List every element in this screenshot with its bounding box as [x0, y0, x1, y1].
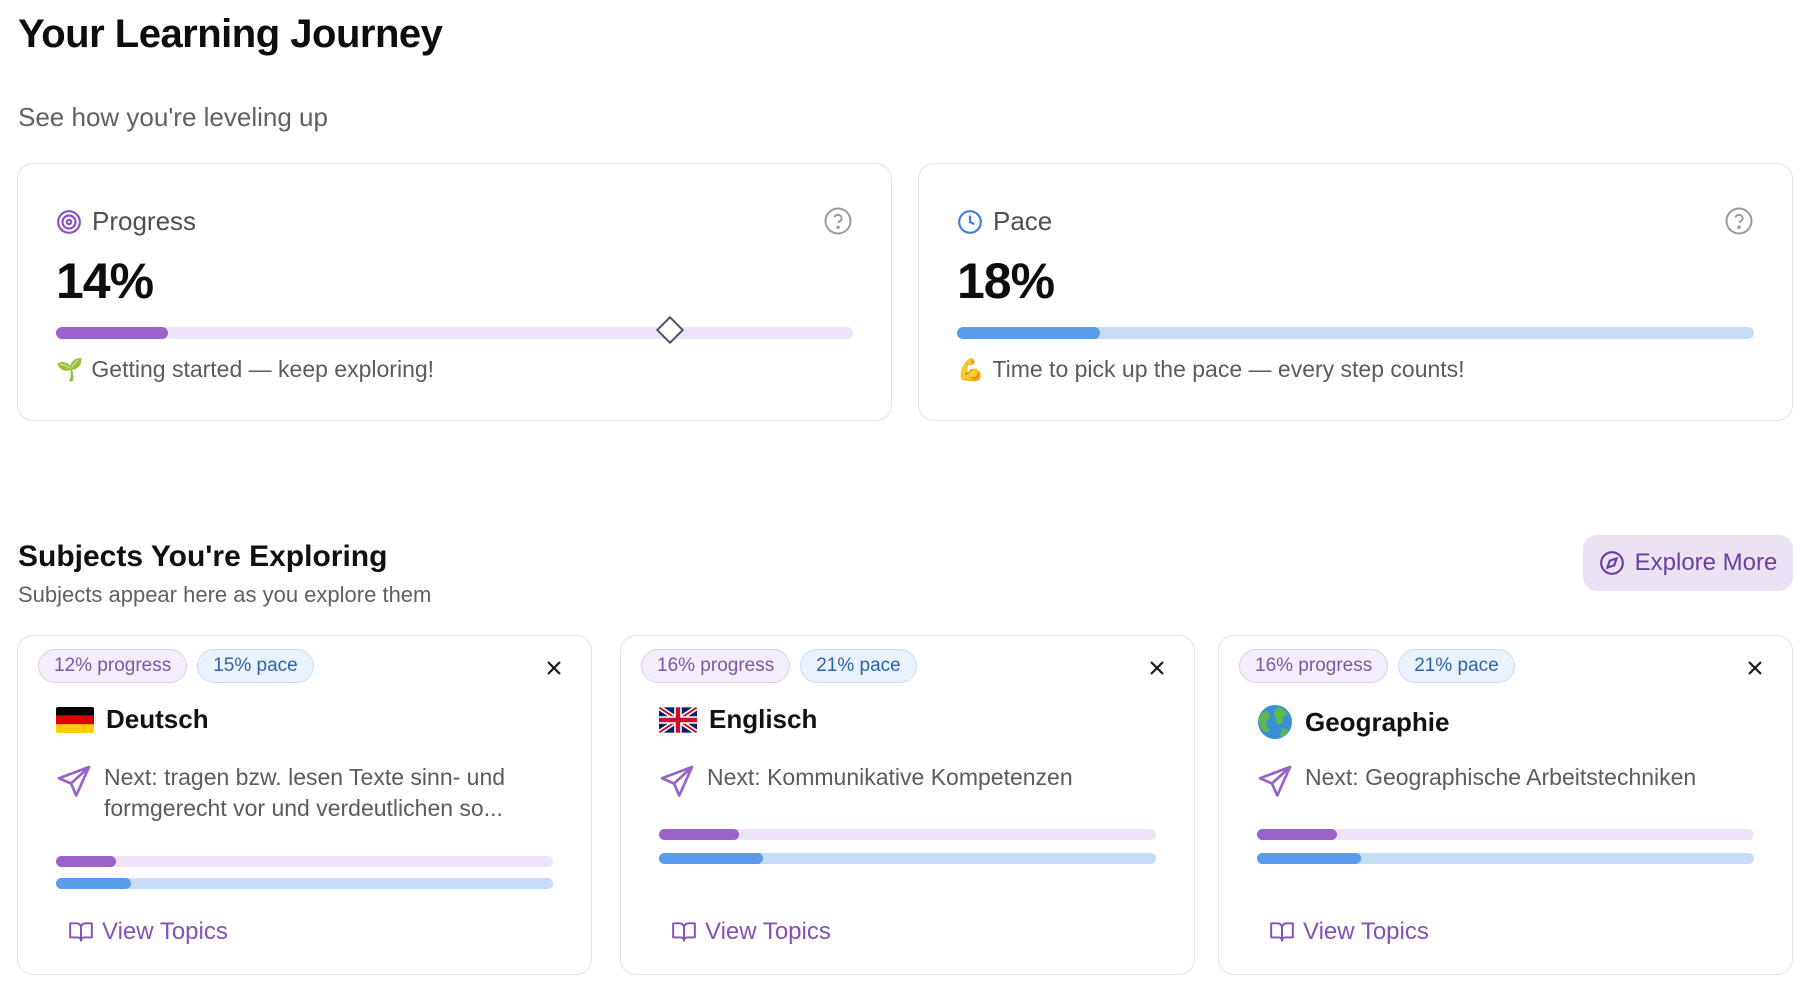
subject-pace-bar — [1257, 853, 1754, 864]
send-icon — [1258, 765, 1292, 797]
next-topic: Next: tragen bzw. lesen Texte sinn- und … — [56, 762, 555, 824]
uk-flag-icon — [659, 706, 697, 733]
subject-pace-bar — [56, 878, 553, 889]
flexed-biceps-icon: 💪 — [957, 356, 985, 382]
progress-bar — [56, 315, 853, 345]
progress-value: 14% — [56, 253, 154, 309]
view-topics-label: View Topics — [1303, 918, 1429, 945]
progress-bar-fill — [56, 327, 168, 339]
globe-icon — [1258, 705, 1292, 739]
progress-header: Progress — [56, 206, 196, 237]
compass-icon — [1599, 551, 1624, 575]
progress-badge: 16% progress — [641, 649, 791, 683]
pace-message: 💪 Time to pick up the pace — every step … — [957, 356, 1465, 383]
pace-value: 18% — [957, 253, 1055, 309]
progress-message-text: Getting started — keep exploring! — [91, 356, 435, 382]
pace-card: Pace 18% 💪 Time to pick up the pace — ev… — [918, 163, 1793, 421]
next-topic-text: Next: Kommunikative Kompetenzen — [707, 764, 1073, 790]
progress-label: Progress — [92, 206, 197, 236]
subject-progress-bar — [56, 856, 553, 867]
subject-progress-bar — [659, 829, 1156, 840]
subject-card-englisch[interactable]: 16% progress 21% pace Englisch Next: Kom… — [620, 635, 1195, 975]
pace-header: Pace — [957, 206, 1052, 237]
explore-more-button[interactable]: Explore More — [1583, 535, 1793, 591]
close-icon[interactable] — [1746, 659, 1764, 677]
help-icon[interactable] — [1724, 206, 1754, 236]
subject-name: Deutsch — [106, 704, 209, 734]
book-icon — [1270, 922, 1294, 942]
subject-progress-bar — [1257, 829, 1754, 840]
subject-progress-fill — [1257, 829, 1337, 840]
subject-badges: 12% progress 15% pace — [38, 649, 314, 683]
view-topics-label: View Topics — [102, 918, 228, 945]
view-topics-button[interactable]: View Topics — [1269, 918, 1429, 946]
close-icon[interactable] — [1148, 659, 1166, 677]
progress-card: Progress 14% 🌱 Getting started — keep ex… — [17, 163, 892, 421]
subject-name: Englisch — [709, 704, 818, 734]
pace-bar — [957, 327, 1754, 339]
subjects-title: Subjects You're Exploring — [18, 540, 388, 573]
subject-pace-fill — [1257, 853, 1362, 864]
target-marker — [655, 315, 684, 345]
explore-more-label: Explore More — [1634, 549, 1778, 576]
subject-pace-fill — [659, 853, 764, 864]
seedling-icon: 🌱 — [56, 356, 84, 382]
next-topic-text: Next: Geographische Arbeitstechniken — [1305, 764, 1697, 790]
subjects-subtitle: Subjects appear here as you explore them — [18, 582, 432, 607]
de-flag-icon — [56, 706, 94, 733]
book-icon — [672, 922, 696, 942]
progress-badge: 12% progress — [38, 649, 188, 683]
book-icon — [69, 922, 93, 942]
pace-badge: 21% pace — [1398, 649, 1515, 683]
send-icon — [57, 765, 91, 797]
pace-bar-fill — [957, 327, 1101, 339]
subject-pace-fill — [56, 878, 131, 889]
page-title: Your Learning Journey — [18, 12, 443, 56]
view-topics-label: View Topics — [705, 918, 831, 945]
subject-progress-fill — [56, 856, 116, 867]
subject-card-deutsch[interactable]: 12% progress 15% pace Deutsch Next: trag… — [17, 635, 592, 975]
view-topics-button[interactable]: View Topics — [671, 918, 831, 946]
next-topic: Next: Geographische Arbeitstechniken — [1257, 762, 1756, 800]
pace-badge: 21% pace — [800, 649, 917, 683]
view-topics-button[interactable]: View Topics — [68, 918, 228, 946]
subject-badges: 16% progress 21% pace — [641, 649, 917, 683]
send-icon — [660, 765, 694, 797]
subject-title: Deutsch — [56, 704, 209, 735]
close-icon[interactable] — [545, 659, 563, 677]
next-topic: Next: Kommunikative Kompetenzen — [659, 762, 1158, 800]
subject-title: Englisch — [659, 704, 817, 735]
progress-badge: 16% progress — [1239, 649, 1389, 683]
subject-pace-bar — [659, 853, 1156, 864]
subject-card-geographie[interactable]: 16% progress 21% pace Geographie Next: G… — [1218, 635, 1793, 975]
pace-badge: 15% pace — [197, 649, 314, 683]
subject-badges: 16% progress 21% pace — [1239, 649, 1515, 683]
target-icon — [57, 209, 81, 234]
next-topic-text: Next: tragen bzw. lesen Texte sinn- und … — [104, 764, 506, 821]
pace-message-text: Time to pick up the pace — every step co… — [992, 356, 1465, 382]
clock-icon — [958, 209, 982, 234]
subject-title: Geographie — [1257, 704, 1449, 740]
subject-name: Geographie — [1305, 706, 1450, 737]
pace-label: Pace — [993, 206, 1053, 236]
help-icon[interactable] — [823, 206, 853, 236]
progress-message: 🌱 Getting started — keep exploring! — [56, 356, 434, 383]
subject-progress-fill — [659, 829, 739, 840]
page-subtitle: See how you're leveling up — [18, 102, 328, 132]
